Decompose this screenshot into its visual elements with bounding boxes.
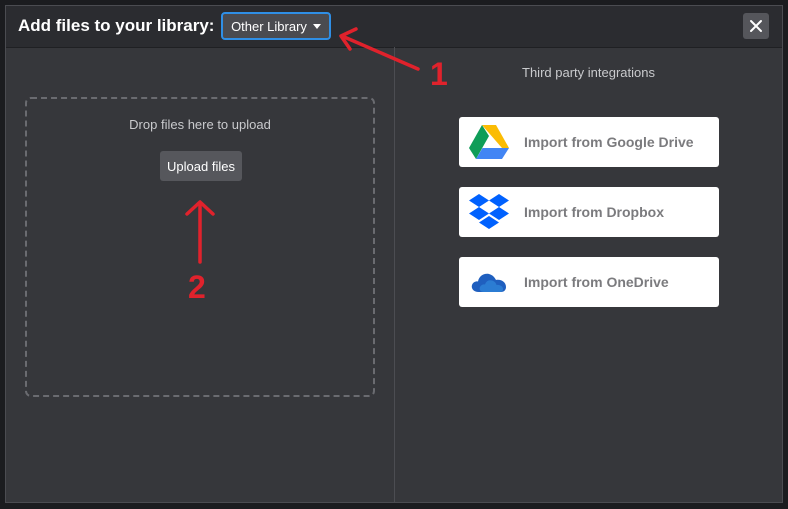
integrations-title: Third party integrations (522, 65, 655, 80)
import-google-drive-button[interactable]: Import from Google Drive (459, 117, 719, 167)
import-onedrive-button[interactable]: Import from OneDrive (459, 257, 719, 307)
caret-down-icon (312, 24, 321, 29)
modal-title: Add files to your library: (18, 16, 215, 35)
drop-hint: Drop files here to upload (129, 117, 271, 132)
library-dropdown[interactable]: Other Library (221, 12, 331, 40)
google-drive-icon (468, 121, 510, 163)
add-files-modal: Add files to your library: Other Library… (5, 5, 783, 503)
import-onedrive-label: Import from OneDrive (524, 274, 669, 290)
modal-header: Add files to your library: Other Library (6, 6, 782, 48)
close-button[interactable] (743, 13, 769, 39)
file-dropzone[interactable]: Drop files here to upload Upload files (25, 97, 375, 397)
dropbox-icon (468, 191, 510, 233)
annotation-marker-1: 1 (430, 56, 448, 92)
integrations-pane: Third party integrations Import from Goo… (395, 47, 782, 502)
library-dropdown-label: Other Library (231, 18, 307, 34)
onedrive-icon (468, 261, 510, 303)
import-google-drive-label: Import from Google Drive (524, 134, 694, 150)
import-dropbox-button[interactable]: Import from Dropbox (459, 187, 719, 237)
import-dropbox-label: Import from Dropbox (524, 204, 664, 220)
upload-files-button[interactable]: Upload files (160, 151, 242, 181)
annotation-marker-2: 2 (188, 269, 206, 305)
close-icon (750, 20, 762, 32)
